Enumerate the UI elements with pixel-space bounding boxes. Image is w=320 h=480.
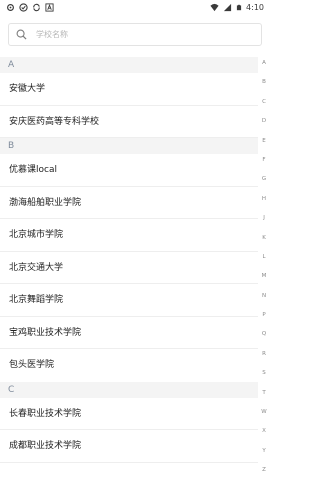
status-time: 4:10 [246,2,264,12]
index-letter-t[interactable]: T [262,390,265,397]
section-header-b: B [0,138,258,154]
index-letter-w[interactable]: W [261,410,266,416]
index-letter-j[interactable]: J [263,216,265,222]
index-letter-m[interactable]: M [262,274,267,280]
list-item[interactable]: 包头医学院 [0,349,258,382]
settings-gear-icon [7,3,14,11]
index-letter-q[interactable]: Q [262,332,266,338]
font-a-icon [45,2,54,12]
status-bar: 4:10 [0,0,270,14]
status-left-icons [6,2,54,12]
index-letter-h[interactable]: H [262,196,266,203]
sync-icon [33,3,40,11]
index-letter-f[interactable]: F [262,157,265,164]
list-item[interactable]: 成都职业技术学院 [0,430,258,463]
section-header-c: C [0,381,258,398]
school-list[interactable]: A 安徽大学 安庆医药高等专科学校 B 优慕课local 渤海船舶职业学院 北京… [0,57,258,463]
index-letter-g[interactable]: G [262,177,266,183]
list-item[interactable]: 安庆医药高等专科学校 [0,106,258,138]
battery-icon [236,4,242,10]
index-letter-b[interactable]: B [262,80,266,86]
search-input[interactable] [36,30,236,39]
search-icon [16,29,27,40]
status-right-icons: 4:10 [210,3,264,12]
list-item[interactable]: 渤海船舶职业学院 [0,187,258,219]
alphabet-index-bar[interactable]: A B C D E F G H J K L M N P Q R S T W X Y Z [258,57,270,480]
index-letter-n[interactable]: N [262,293,266,300]
index-letter-y[interactable]: Y [262,448,265,455]
index-letter-l[interactable]: L [262,254,265,261]
index-letter-k[interactable]: K [262,235,266,242]
index-letter-r[interactable]: R [262,351,266,358]
list-item[interactable]: 北京交通大学 [0,252,258,284]
index-letter-s[interactable]: S [262,371,266,377]
school-picker-screen: 4:10 A 安徽大学 安庆医药高等专科学校 B 优慕课local 渤海船舶职业… [0,0,270,480]
index-letter-d[interactable]: D [262,119,266,125]
index-letter-e[interactable]: E [262,138,265,145]
list-item[interactable]: 优慕课local [0,154,258,187]
search-box[interactable] [8,23,262,46]
index-letter-p[interactable]: P [262,313,265,319]
signal-icon [223,3,232,11]
list-item[interactable]: 宝鸡职业技术学院 [0,317,258,349]
list-item[interactable]: 安徽大学 [0,73,258,106]
index-letter-z[interactable]: Z [262,468,266,474]
index-letter-a[interactable]: A [262,60,266,67]
index-letter-x[interactable]: X [262,429,266,435]
section-header-a: A [0,57,258,73]
list-item[interactable]: 北京城市学院 [0,219,258,252]
list-item[interactable]: 北京舞蹈学院 [0,284,258,317]
index-letter-c[interactable]: C [262,99,266,106]
shield-icon [19,2,28,12]
wifi-icon [210,3,219,11]
list-item[interactable]: 长春职业技术学院 [0,398,258,430]
